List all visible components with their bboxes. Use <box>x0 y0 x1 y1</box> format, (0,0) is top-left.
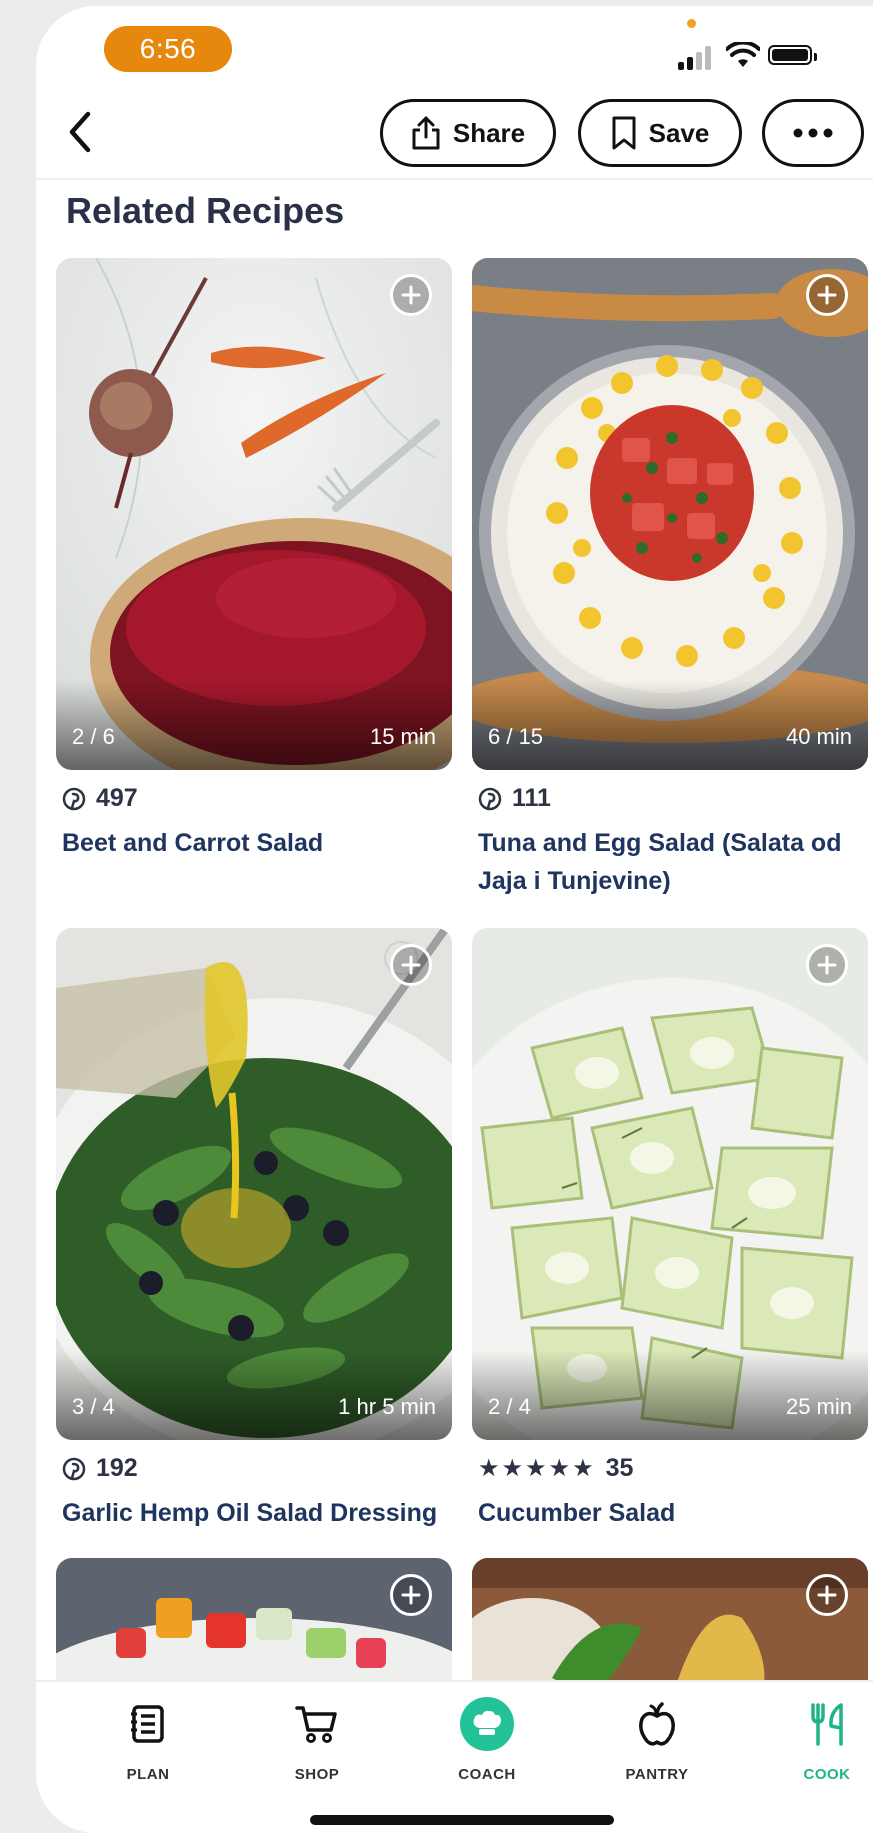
list-icon <box>88 1700 208 1748</box>
pin-count: 192 <box>96 1454 138 1482</box>
chef-hat-icon <box>427 1697 547 1751</box>
plus-icon <box>817 285 837 305</box>
privacy-indicator-dot <box>687 19 696 28</box>
recipe-meta: ★★★★★ 35 <box>478 1454 633 1483</box>
image-count: 2 / 4 <box>488 1394 531 1419</box>
save-label: Save <box>648 117 710 148</box>
rating-count: 35 <box>605 1454 634 1482</box>
more-icon <box>793 128 833 138</box>
pin-count: 111 <box>512 784 551 812</box>
plus-icon <box>817 955 837 975</box>
recipe-image[interactable] <box>472 1558 868 1698</box>
herb-dish-photo <box>472 1558 868 1698</box>
pinterest-icon <box>62 1457 86 1480</box>
plus-icon <box>817 1585 837 1605</box>
add-to-plan-button[interactable] <box>806 1574 848 1616</box>
tab-plan[interactable]: PLAN <box>88 1700 208 1783</box>
chevron-left-icon <box>69 111 91 153</box>
cart-icon <box>257 1700 377 1748</box>
bottom-tab-bar: PLAN SHOP COACH PANTRY COOK <box>36 1680 873 1833</box>
coach-icon-circle <box>460 1697 514 1751</box>
signal-bar <box>687 57 693 70</box>
plus-icon <box>401 955 421 975</box>
share-label: Share <box>452 117 526 148</box>
more-options-button[interactable] <box>762 99 864 167</box>
pinterest-icon <box>62 787 86 810</box>
bookmark-icon <box>612 116 636 150</box>
tab-shop[interactable]: SHOP <box>257 1700 377 1783</box>
pinterest-icon <box>478 787 502 810</box>
recipe-meta: 111 <box>478 784 551 813</box>
recipe-image[interactable] <box>56 1558 452 1698</box>
star-rating: ★★★★★ <box>478 1455 596 1482</box>
recipe-title[interactable]: Garlic Hemp Oil Salad Dressing <box>62 1494 452 1532</box>
battery-icon <box>768 45 812 65</box>
add-to-plan-button[interactable] <box>806 274 848 316</box>
back-button[interactable] <box>58 104 102 160</box>
plus-icon <box>401 285 421 305</box>
add-to-plan-button[interactable] <box>390 944 432 986</box>
cook-time: 15 min <box>369 724 436 749</box>
image-count: 2 / 6 <box>72 724 115 749</box>
section-title: Related Recipes <box>66 190 345 231</box>
wifi-icon <box>726 42 760 67</box>
tab-label: SHOP <box>294 1766 340 1783</box>
recipe-title[interactable]: Cucumber Salad <box>478 1494 868 1532</box>
pin-count: 497 <box>96 784 138 812</box>
plus-icon <box>401 1585 421 1605</box>
recipe-title[interactable]: Tuna and Egg Salad (Salata od Jaja i Tun… <box>478 824 868 900</box>
phone-screen: 6:56 Share Save Related Recipes 2 / 6 15… <box>36 6 873 1833</box>
recipe-image[interactable]: 6 / 15 40 min <box>472 258 868 770</box>
battery-tip <box>814 53 817 61</box>
tab-label: PANTRY <box>625 1766 689 1783</box>
recipe-title[interactable]: Beet and Carrot Salad <box>62 824 452 862</box>
add-to-plan-button[interactable] <box>390 1574 432 1616</box>
signal-bar <box>696 52 702 70</box>
share-icon <box>412 116 440 150</box>
image-count: 6 / 15 <box>488 724 544 749</box>
recipe-meta: 192 <box>62 1454 138 1483</box>
tab-label: COACH <box>458 1766 516 1783</box>
add-to-plan-button[interactable] <box>390 274 432 316</box>
apple-icon <box>597 1700 717 1748</box>
signal-icon <box>678 62 684 70</box>
save-button[interactable]: Save <box>578 99 742 167</box>
image-count: 3 / 4 <box>72 1394 115 1419</box>
recipe-image[interactable]: 2 / 4 25 min <box>472 928 868 1440</box>
recipe-image[interactable]: 2 / 6 15 min <box>56 258 452 770</box>
signal-bar <box>705 46 711 70</box>
add-to-plan-button[interactable] <box>806 944 848 986</box>
nav-divider <box>36 178 873 180</box>
recipe-image[interactable]: 3 / 4 1 hr 5 min <box>56 928 452 1440</box>
cook-time: 1 hr 5 min <box>338 1394 436 1419</box>
tab-pantry[interactable]: PANTRY <box>597 1700 717 1783</box>
fork-knife-icon <box>767 1700 873 1748</box>
share-button[interactable]: Share <box>380 99 556 167</box>
veggie-salad-photo <box>56 1558 452 1698</box>
tab-label: COOK <box>803 1766 851 1783</box>
home-indicator[interactable] <box>310 1815 614 1825</box>
tab-cook[interactable]: COOK <box>767 1700 873 1783</box>
cook-time: 25 min <box>785 1394 852 1419</box>
recipe-meta: 497 <box>62 784 138 813</box>
cook-time: 40 min <box>785 724 852 749</box>
status-time: 6:56 <box>104 26 232 72</box>
tab-label: PLAN <box>126 1766 170 1783</box>
tab-coach[interactable]: COACH <box>427 1697 547 1783</box>
